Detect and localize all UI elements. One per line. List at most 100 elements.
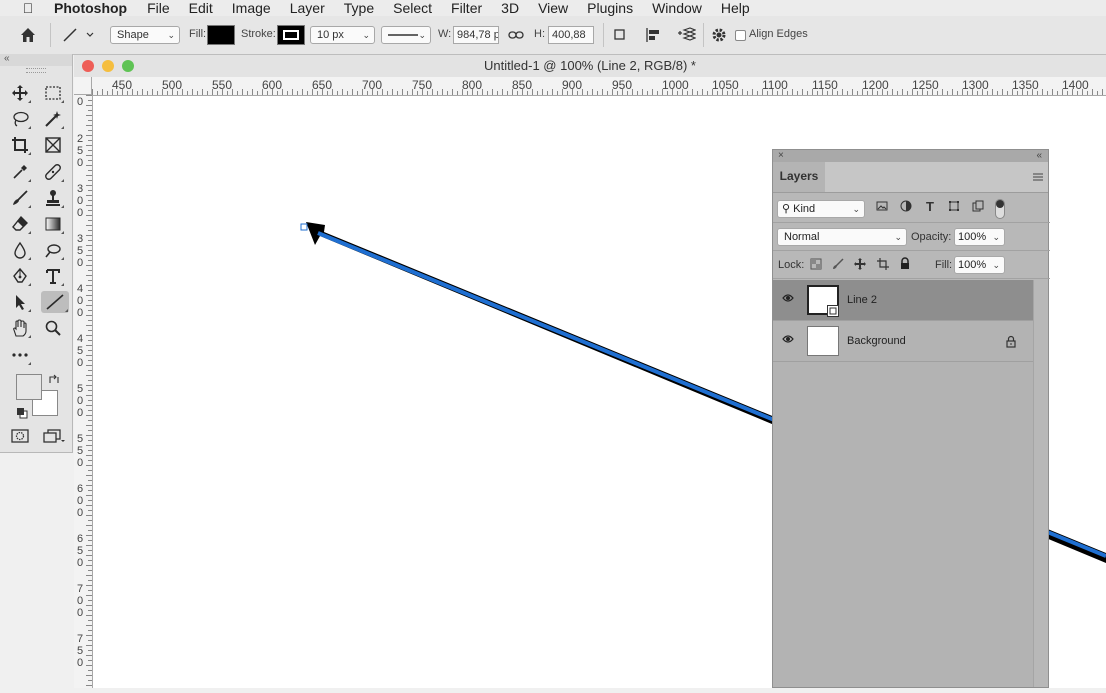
menu-image[interactable]: Image — [232, 0, 271, 16]
visibility-eye-icon[interactable] — [782, 334, 794, 347]
screen-mode-icon[interactable] — [42, 428, 66, 444]
type-tool-icon[interactable] — [41, 265, 65, 287]
gradient-tool-icon[interactable] — [41, 213, 65, 235]
brush-tool-icon[interactable] — [8, 187, 32, 209]
menu-file[interactable]: File — [147, 0, 170, 16]
layers-tab-row: Layers — [773, 162, 1048, 193]
quick-mask-icon[interactable] — [10, 428, 30, 444]
foreground-color-swatch[interactable] — [16, 374, 42, 400]
frame-tool-icon[interactable] — [41, 134, 65, 156]
move-tool-icon[interactable] — [8, 82, 32, 104]
ruler-tick-label: 350 — [76, 233, 84, 269]
lock-all-icon[interactable] — [898, 257, 912, 273]
layer-row-line-2[interactable]: Line 2 — [773, 280, 1033, 321]
align-edges-checkbox[interactable] — [735, 30, 746, 41]
stroke-swatch[interactable] — [277, 25, 305, 45]
tab-layers[interactable]: Layers — [773, 162, 825, 192]
blend-mode-select[interactable]: Normal ⌄ — [777, 228, 907, 246]
close-icon[interactable]: × — [778, 150, 784, 161]
menu-view[interactable]: View — [538, 0, 568, 16]
layer-row-background[interactable]: Background — [773, 321, 1033, 362]
lock-icon[interactable] — [1005, 335, 1017, 348]
zoom-tool-icon[interactable] — [41, 317, 65, 339]
panel-grip[interactable] — [26, 68, 46, 73]
fill-field[interactable]: 100% ⌄ — [954, 256, 1005, 274]
lock-artboard-icon[interactable] — [876, 258, 890, 273]
lock-position-icon[interactable] — [853, 258, 867, 273]
vertical-ruler[interactable]: 0 250 300 350 400 450 500 550 600 650 70… — [74, 95, 93, 688]
lasso-tool-icon[interactable] — [8, 108, 32, 130]
path-alignment-icon[interactable] — [644, 27, 662, 43]
marquee-tool-icon[interactable] — [41, 82, 65, 104]
layers-scrollbar[interactable] — [1033, 280, 1048, 687]
healing-brush-tool-icon[interactable] — [41, 161, 65, 183]
width-field[interactable]: 984,78 p — [453, 26, 499, 44]
visibility-eye-icon[interactable] — [782, 293, 794, 306]
gear-icon[interactable] — [710, 26, 728, 44]
layer-name[interactable]: Background — [847, 335, 906, 347]
eraser-tool-icon[interactable] — [8, 213, 32, 235]
pen-tool-icon[interactable] — [8, 265, 32, 287]
height-field[interactable]: 400,88 — [548, 26, 594, 44]
swap-colors-icon[interactable] — [48, 373, 60, 385]
clone-stamp-tool-icon[interactable] — [41, 187, 65, 209]
ruler-tick-label: 450 — [76, 333, 84, 369]
home-icon[interactable] — [18, 25, 38, 45]
zoom-window-button[interactable] — [122, 60, 134, 72]
ruler-tick-label: 750 — [76, 633, 84, 669]
tools-panel: « — [0, 54, 73, 453]
close-window-button[interactable] — [82, 60, 94, 72]
eyedropper-tool-icon[interactable] — [8, 161, 32, 183]
crop-tool-icon[interactable] — [8, 134, 32, 156]
fill-swatch[interactable] — [207, 25, 235, 45]
hand-tool-icon[interactable] — [8, 317, 32, 339]
menu-help[interactable]: Help — [721, 0, 750, 16]
stroke-width-select[interactable]: 10 px ⌄ — [310, 26, 375, 44]
pixel-layer-filter-icon[interactable] — [875, 200, 889, 215]
menu-window[interactable]: Window — [652, 0, 702, 16]
menu-app-name[interactable]: Photoshop — [54, 0, 127, 16]
line-tool-icon[interactable] — [41, 291, 69, 313]
apple-icon[interactable]:  — [20, 0, 36, 16]
tool-mode-select[interactable]: Shape ⌄ — [110, 26, 180, 44]
menu-3d[interactable]: 3D — [501, 0, 519, 16]
lock-transparent-pixels-icon[interactable] — [809, 258, 823, 273]
horizontal-ruler[interactable]: 450 500 550 600 650 700 750 800 850 900 … — [92, 77, 1106, 96]
dodge-tool-icon[interactable] — [41, 239, 65, 261]
filter-toggle-switch[interactable] — [995, 199, 1005, 219]
line-tool-preset-icon[interactable] — [60, 26, 98, 44]
default-colors-icon[interactable] — [16, 406, 28, 419]
collapse-panel-icon[interactable]: « — [1036, 150, 1042, 161]
blur-tool-icon[interactable] — [8, 239, 32, 261]
menu-plugins[interactable]: Plugins — [587, 0, 633, 16]
menu-edit[interactable]: Edit — [189, 0, 213, 16]
link-icon[interactable] — [508, 28, 524, 42]
chevron-down-icon: ⌄ — [992, 232, 1000, 242]
magic-wand-tool-icon[interactable] — [41, 108, 65, 130]
minimize-window-button[interactable] — [102, 60, 114, 72]
tools-panel-collapse-icon[interactable]: « — [0, 54, 72, 66]
layer-filter-kind-select[interactable]: ⚲ Kind ⌄ — [777, 200, 865, 218]
opacity-field[interactable]: 100% ⌄ — [954, 228, 1005, 246]
shape-layer-filter-icon[interactable] — [947, 200, 961, 215]
menu-filter[interactable]: Filter — [451, 0, 482, 16]
adjustment-layer-filter-icon[interactable] — [899, 200, 913, 215]
ruler-tick-label: 500 — [162, 78, 183, 92]
smart-object-filter-icon[interactable] — [971, 200, 985, 215]
chevron-down-icon: ⌄ — [418, 30, 426, 40]
more-tools-icon[interactable] — [8, 344, 32, 366]
menu-type[interactable]: Type — [344, 0, 374, 16]
width-label: W: — [438, 28, 452, 40]
panel-menu-icon[interactable] — [1032, 170, 1044, 182]
path-operations-icon[interactable] — [612, 27, 630, 43]
menu-layer[interactable]: Layer — [290, 0, 325, 16]
menu-select[interactable]: Select — [393, 0, 432, 16]
lock-image-pixels-icon[interactable] — [831, 258, 845, 273]
stroke-type-select[interactable]: ⌄ — [381, 26, 431, 44]
layer-name[interactable]: Line 2 — [847, 294, 877, 306]
layers-panel-titlebar[interactable]: × « — [773, 150, 1048, 162]
path-arrangement-icon[interactable] — [676, 26, 697, 44]
type-layer-filter-icon[interactable]: T — [923, 199, 937, 214]
ruler-origin[interactable] — [74, 77, 92, 95]
path-selection-tool-icon[interactable] — [8, 291, 32, 313]
